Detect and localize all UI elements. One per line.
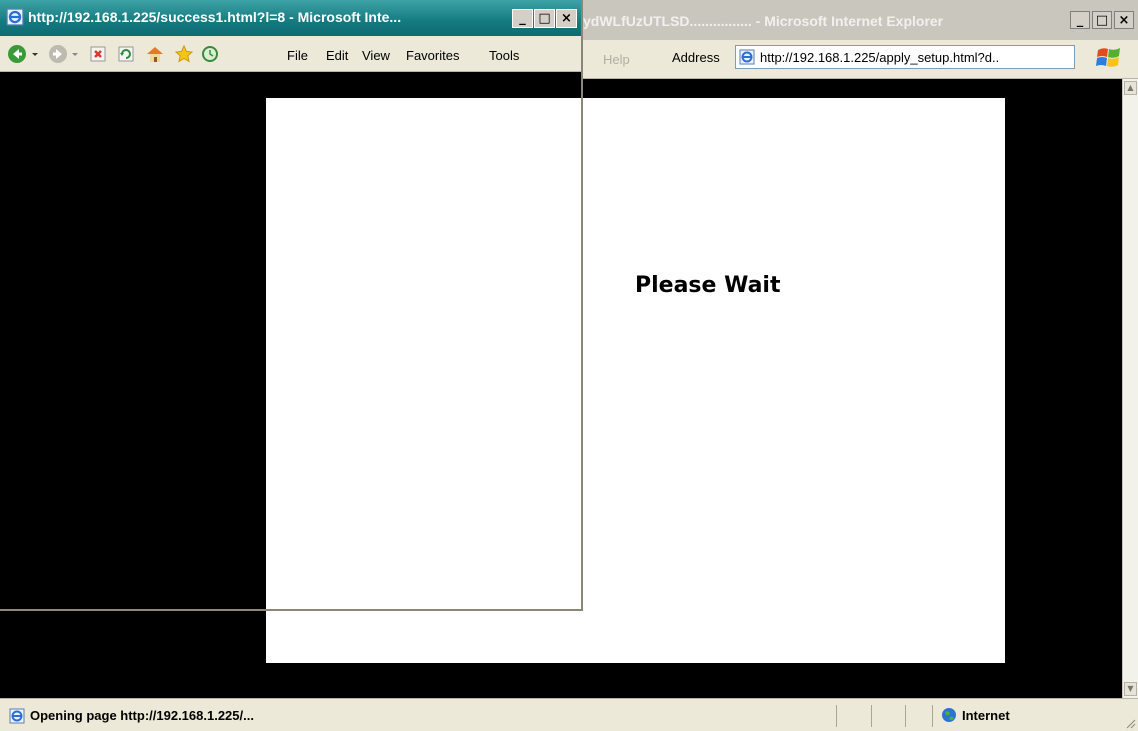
ie-page-icon bbox=[739, 49, 755, 65]
address-input[interactable]: http://192.168.1.225/apply_setup.html?d.… bbox=[760, 50, 999, 65]
home-icon[interactable] bbox=[145, 44, 165, 64]
menu-view[interactable]: View bbox=[362, 48, 390, 63]
scroll-up-icon[interactable]: ▲ bbox=[1124, 81, 1137, 95]
stop-icon[interactable] bbox=[88, 44, 108, 64]
ie-page-icon bbox=[6, 8, 24, 26]
scroll-down-icon[interactable]: ▼ bbox=[1124, 682, 1137, 696]
menu-file[interactable]: File bbox=[287, 48, 308, 63]
menu-tools[interactable]: Tools bbox=[489, 48, 519, 63]
minimize-button[interactable]: _ bbox=[1070, 11, 1090, 29]
status-divider bbox=[932, 705, 933, 727]
close-button[interactable]: × bbox=[1114, 11, 1134, 29]
status-text: Opening page http://192.168.1.225/... bbox=[30, 708, 254, 723]
popup-toolbar: File Edit View Favorites Tools bbox=[0, 36, 581, 72]
refresh-icon[interactable] bbox=[116, 44, 136, 64]
maximize-button[interactable]: □ bbox=[1092, 11, 1112, 29]
vertical-scrollbar[interactable]: ▲ ▼ bbox=[1122, 79, 1138, 698]
forward-dropdown-icon[interactable] bbox=[70, 44, 80, 64]
menu-favorites[interactable]: Favorites bbox=[406, 48, 459, 63]
status-divider bbox=[871, 705, 872, 727]
favorites-icon[interactable] bbox=[174, 44, 194, 64]
history-icon[interactable] bbox=[200, 44, 220, 64]
status-divider bbox=[905, 705, 906, 727]
back-icon[interactable] bbox=[7, 44, 27, 64]
popup-title-bar[interactable]: http://192.168.1.225/success1.html?l=8 -… bbox=[0, 0, 581, 36]
popup-content-panel bbox=[266, 98, 581, 609]
status-bar: Opening page http://192.168.1.225/... In… bbox=[0, 698, 1138, 731]
back-dropdown-icon[interactable] bbox=[30, 44, 40, 64]
menu-help[interactable]: Help bbox=[603, 52, 630, 67]
background-window-title: ydWLfUzUTLSD................ - Microsoft… bbox=[583, 13, 944, 29]
popup-maximize-button[interactable]: □ bbox=[534, 9, 555, 28]
popup-minimize-button[interactable]: _ bbox=[512, 9, 533, 28]
resize-grip-icon[interactable] bbox=[1124, 717, 1136, 729]
address-bar[interactable]: http://192.168.1.225/apply_setup.html?d.… bbox=[735, 45, 1075, 69]
menu-edit[interactable]: Edit bbox=[326, 48, 348, 63]
status-divider bbox=[836, 705, 837, 727]
popup-close-button[interactable]: × bbox=[556, 9, 577, 28]
windows-logo-icon bbox=[1096, 48, 1120, 67]
popup-window-title: http://192.168.1.225/success1.html?l=8 -… bbox=[28, 9, 402, 25]
internet-globe-icon bbox=[942, 708, 956, 722]
address-label: Address bbox=[672, 50, 720, 65]
please-wait-message: Please Wait bbox=[635, 273, 781, 298]
popup-content-area bbox=[0, 72, 581, 609]
popup-browser-window: http://192.168.1.225/success1.html?l=8 -… bbox=[0, 0, 583, 611]
ie-page-icon bbox=[9, 708, 25, 724]
security-zone-label: Internet bbox=[962, 708, 1010, 723]
forward-icon[interactable] bbox=[48, 44, 68, 64]
